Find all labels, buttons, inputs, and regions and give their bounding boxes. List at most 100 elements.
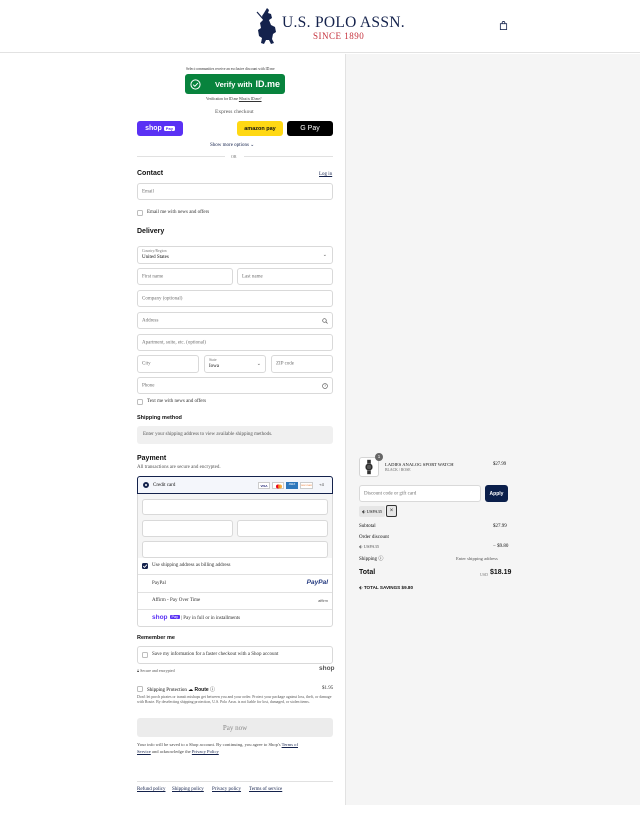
name-on-card-field[interactable] (142, 541, 328, 558)
shopping-bag-icon[interactable] (499, 21, 508, 30)
shipping-method-box: Enter your shipping address to view avai… (137, 426, 333, 444)
address-field[interactable]: Address (137, 312, 333, 329)
show-more-options-link[interactable]: Show more options ⌄ (210, 142, 254, 148)
quantity-badge: 1 (375, 453, 383, 461)
shipping-policy-link[interactable]: Shipping policy (172, 787, 204, 792)
remember-me-heading: Remember me (137, 635, 175, 641)
credit-card-label: Credit card (153, 483, 176, 488)
last-name-field[interactable]: Last name (237, 268, 333, 285)
email-placeholder: Email (142, 189, 154, 194)
show-more-label: Show more options (210, 143, 249, 148)
protection-title-text: Shipping Protection (147, 688, 187, 693)
first-name-field[interactable]: First name (137, 268, 233, 285)
country-label: Country/Region (142, 249, 167, 253)
email-news-checkbox[interactable] (137, 210, 143, 216)
refund-policy-link[interactable]: Refund policy (137, 787, 165, 792)
product-name: LADIES ANALOG SPORT WATCH (385, 462, 454, 467)
shop-pay-button[interactable]: shop Pay (137, 121, 183, 136)
text-news-checkbox[interactable] (137, 399, 143, 405)
amex-icon: AMEX (286, 482, 298, 489)
expiration-field[interactable] (142, 520, 233, 537)
or-divider-right (244, 156, 333, 157)
brand-name: U.S. POLO ASSN. (282, 14, 405, 31)
site-header: U.S. POLO ASSN. SINCE 1890 (0, 0, 640, 53)
security-code-field[interactable] (237, 520, 328, 537)
terms-of-service-link[interactable]: Terms of service (249, 787, 282, 792)
zip-field[interactable]: ZIP code (271, 355, 333, 373)
google-pay-button[interactable]: G Pay (287, 121, 333, 136)
verify-idme-button[interactable]: Verify with ID.me (185, 74, 285, 94)
phone-field[interactable]: Phone ? (137, 377, 333, 394)
affirm-option[interactable]: Affirm - Pay Over Time affirm (138, 593, 332, 609)
phone-placeholder: Phone (142, 383, 155, 388)
shipping-protection-title: Shipping Protection ☁ Route ⓘ (147, 686, 215, 693)
shipping-protection-checkbox[interactable] (137, 686, 143, 692)
paypal-logo-icon: PayPal (306, 579, 328, 586)
state-select[interactable]: State Iowa ⌄ (204, 355, 266, 373)
paypal-label: PayPal (152, 581, 166, 586)
contact-heading: Contact (137, 170, 164, 177)
pay-now-button[interactable]: Pay now (137, 718, 333, 737)
shipping-method-heading: Shipping method (137, 415, 182, 421)
apartment-field[interactable]: Apartment, suite, etc. (optional) (137, 334, 333, 351)
brand-since: SINCE 1890 (313, 31, 365, 41)
remove-discount-icon[interactable]: × (386, 505, 397, 517)
protection-price: $1.95 (322, 686, 334, 691)
billing-same-label: Use shipping address as billing address (152, 563, 231, 568)
discover-icon: DISCOVER (300, 482, 313, 489)
country-select[interactable]: Country/Region United States ⌄ (137, 246, 333, 264)
billing-same-checkbox[interactable] (142, 563, 148, 569)
shop-terms-link-2[interactable]: Service (137, 749, 151, 754)
login-link[interactable]: Log in (319, 172, 332, 177)
email-field[interactable]: Email (137, 183, 333, 200)
shop-privacy-link[interactable]: Privacy Policy (192, 749, 219, 754)
discount-placeholder: Discount code or gift card (364, 491, 417, 496)
or-divider-text: OR (231, 154, 237, 159)
company-placeholder: Company (optional) (142, 296, 183, 301)
idme-logo: ID.me (255, 79, 281, 89)
terms-text-2: and acknowledge the (150, 748, 192, 754)
help-circle-icon[interactable]: ? (322, 383, 328, 389)
shop-pay-badge: Pay (163, 126, 175, 131)
affirm-logo-icon: affirm (318, 598, 328, 603)
affirm-label: Affirm - Pay Over Time (152, 598, 201, 603)
shop-pay-logo-icon: shop (152, 614, 168, 621)
product-price: $27.99 (493, 462, 507, 467)
credit-card-option[interactable]: Credit card VISA AMEX DISCOVER +4 (137, 476, 333, 494)
shipping-label: Shipping (359, 557, 378, 562)
apply-discount-button[interactable]: Apply (485, 485, 508, 502)
checkmark-icon (142, 564, 148, 569)
route-text: Route (194, 687, 209, 693)
total-label: Total (359, 569, 376, 576)
what-is-idme-link[interactable]: What is ID.me? (239, 97, 262, 101)
shop-pay-badge: Pay (170, 615, 180, 619)
shop-pay-logo: shop (145, 125, 162, 132)
city-field[interactable]: City (137, 355, 199, 373)
help-circle-icon[interactable]: ⓘ (378, 557, 383, 562)
shop-terms-text: Your info will be saved to a Shop accoun… (137, 742, 333, 755)
apartment-placeholder: Apartment, suite, etc. (optional) (142, 340, 206, 345)
idme-note: Verification for ID.me What is ID.me? (206, 97, 262, 101)
visa-icon: VISA (258, 482, 270, 489)
first-name-placeholder: First name (142, 274, 164, 279)
zip-placeholder: ZIP code (276, 361, 295, 367)
footer-divider (137, 781, 333, 782)
credit-card-radio[interactable] (143, 482, 149, 488)
svg-text:?: ? (324, 384, 326, 388)
secure-note: 🔒︎ Secure and encrypted (137, 668, 175, 673)
save-info-checkbox[interactable] (142, 652, 148, 658)
privacy-policy-link[interactable]: Privacy policy (212, 787, 241, 792)
payment-subtitle: All transactions are secure and encrypte… (137, 465, 221, 470)
card-number-field[interactable] (142, 499, 328, 515)
shop-terms-link[interactable]: Terms of (282, 742, 298, 747)
save-info-box: Save my information for a faster checkou… (137, 646, 333, 664)
info-icon[interactable]: ⓘ (210, 688, 215, 693)
shop-pay-installments-option[interactable]: shop Pay | Pay in full or in installment… (138, 610, 332, 627)
discount-code-field[interactable]: Discount code or gift card (359, 485, 481, 502)
paypal-option[interactable]: PayPal PayPal (138, 575, 332, 592)
polo-player-logo-icon (256, 8, 276, 44)
route-logo: ☁ Route (188, 687, 209, 693)
amazon-pay-button[interactable]: amazon pay (237, 121, 283, 136)
shop-pay-installments-label: | Pay in full or in installments (181, 616, 241, 621)
company-field[interactable]: Company (optional) (137, 290, 333, 307)
